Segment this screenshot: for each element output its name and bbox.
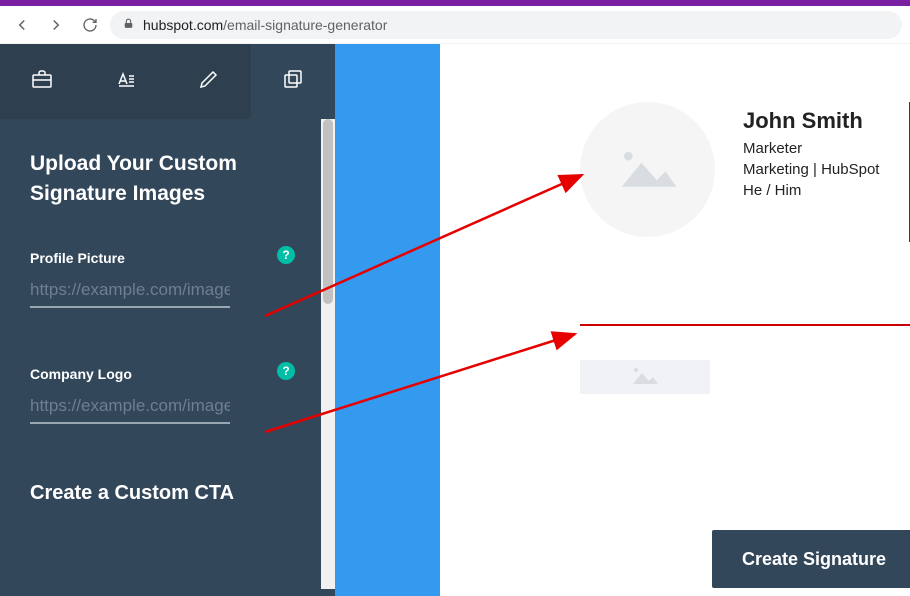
pen-icon	[197, 67, 221, 96]
briefcase-icon	[30, 67, 54, 96]
profile-picture-field: Profile Picture ?	[30, 250, 293, 308]
logo-placeholder	[580, 360, 710, 394]
images-icon	[281, 67, 305, 96]
tab-images[interactable]	[251, 44, 335, 119]
help-icon[interactable]: ?	[277, 246, 295, 264]
preview-area: John Smith Marketer Marketing | HubSpot …	[440, 44, 910, 596]
tab-details[interactable]	[0, 44, 84, 119]
signature-divider	[580, 324, 910, 326]
lock-icon	[122, 17, 135, 33]
tab-style[interactable]	[84, 44, 168, 119]
signature-preview: John Smith Marketer Marketing | HubSpot …	[440, 102, 910, 464]
sidebar-scrollbar[interactable]	[321, 119, 335, 589]
avatar-placeholder	[580, 102, 715, 237]
back-button[interactable]	[8, 11, 36, 39]
company-logo-field: Company Logo ?	[30, 366, 293, 424]
company-logo-input[interactable]	[30, 392, 230, 424]
scrollbar-thumb[interactable]	[323, 119, 333, 304]
profile-picture-label: Profile Picture	[30, 250, 293, 266]
browser-toolbar: hubspot.com/email-signature-generator	[0, 6, 910, 44]
sidebar: Upload Your Custom Signature Images Prof…	[0, 44, 335, 596]
tab-signature[interactable]	[168, 44, 252, 119]
help-icon[interactable]: ?	[277, 362, 295, 380]
signature-text: John Smith Marketer Marketing | HubSpot …	[743, 102, 909, 242]
address-bar[interactable]: hubspot.com/email-signature-generator	[110, 11, 902, 39]
app-root: Upload Your Custom Signature Images Prof…	[0, 44, 910, 596]
cta-heading: Create a Custom CTA	[30, 482, 293, 505]
text-style-icon	[114, 67, 138, 96]
signature-dept: Marketing | HubSpot	[743, 161, 879, 178]
signature-pronouns: He / Him	[743, 182, 879, 199]
signature-role: Marketer	[743, 140, 879, 157]
forward-button[interactable]	[42, 11, 70, 39]
accent-panel	[335, 44, 455, 596]
reload-button[interactable]	[76, 11, 104, 39]
company-logo-label: Company Logo	[30, 366, 293, 382]
create-signature-button[interactable]: Create Signature	[712, 530, 910, 588]
sidebar-content: Upload Your Custom Signature Images Prof…	[0, 119, 321, 505]
profile-picture-input[interactable]	[30, 276, 230, 308]
sidebar-heading: Upload Your Custom Signature Images	[30, 149, 293, 210]
url-text: hubspot.com/email-signature-generator	[143, 17, 387, 33]
signature-name: John Smith	[743, 108, 879, 134]
sidebar-tabs	[0, 44, 335, 119]
image-placeholder-icon	[629, 363, 661, 392]
image-placeholder-icon	[613, 132, 683, 207]
